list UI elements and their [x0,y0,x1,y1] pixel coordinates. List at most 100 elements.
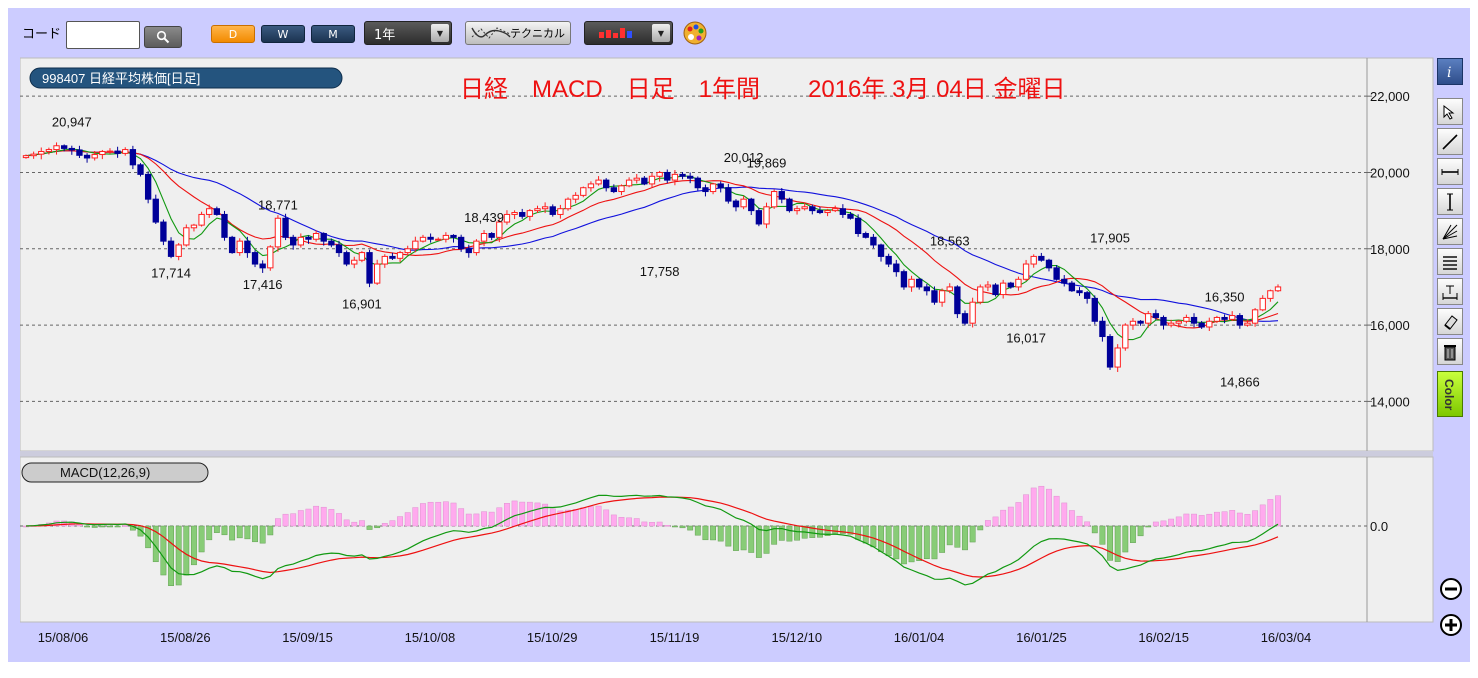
x-tick-label: 15/08/26 [160,630,211,645]
macd-histogram-bar [626,517,633,527]
candle-body [862,233,869,238]
candle-body [595,179,602,185]
candle-body [648,175,656,185]
macd-histogram-bar [633,518,640,527]
period-day-button[interactable]: D [211,25,255,43]
eraser-tool-button[interactable] [1437,308,1463,335]
x-tick-label: 16/01/04 [894,630,945,645]
trendline-tool-button[interactable] [1437,128,1463,155]
macd-histogram-bar [946,525,953,546]
period-range-select[interactable]: 1年 ▼ [364,21,452,45]
period-week-button[interactable]: W [261,25,305,43]
y-tick-label: 22,000 [1370,89,1410,104]
price-annotation: 18,563 [930,233,970,248]
chart-style-select[interactable]: ▼ [584,21,673,45]
measure-tool-button[interactable] [1437,278,1463,305]
color-button[interactable]: Color [1437,371,1463,417]
macd-histogram-bar [358,520,365,527]
macd-histogram-bar [549,508,556,527]
candle-body [832,208,839,212]
macd-histogram-bar [236,525,243,539]
candle-body [114,150,121,154]
macd-histogram-bar [687,525,694,531]
candle-body [1259,297,1266,311]
candle-body [503,213,511,223]
candle-body [587,183,595,189]
candle-body [198,213,205,226]
macd-histogram-bar [939,525,946,553]
pointer-tool-button[interactable] [1437,98,1463,125]
code-input[interactable] [66,21,140,49]
x-tick-label: 16/03/04 [1261,630,1312,645]
candle-body [679,173,686,177]
x-tick-label: 15/10/08 [405,630,456,645]
horizontal-line-tool-button[interactable] [1437,158,1463,185]
search-button[interactable] [144,26,182,48]
zoom-in-icon[interactable] [1440,614,1462,636]
candle-body [396,252,404,259]
info-button[interactable]: i [1437,58,1463,85]
macd-histogram-bar [878,525,884,553]
technical-button[interactable]: テクニカル [465,21,571,45]
macd-histogram-bar [511,500,518,527]
macd-histogram-bar [717,525,724,542]
candle-body [916,278,923,288]
candle-body [534,208,541,212]
info-icon: i [1447,65,1451,81]
price-annotation: 14,866 [1220,374,1260,389]
macd-histogram-bar [580,507,587,527]
chart-area[interactable]: 20,947 17,714 18,771 17,416 16,901 18,439 17,7… [20,56,1434,654]
candle-body [664,171,671,181]
candle-body [541,206,549,210]
zoom-out-icon[interactable] [1440,578,1462,600]
price-annotation: 17,905 [1090,230,1130,245]
fan-tool-button[interactable] [1437,218,1463,245]
candle-body [1152,313,1160,318]
candle-body [1045,259,1053,269]
candle-body [83,154,91,159]
macd-histogram-bar [671,525,678,528]
macd-histogram-bar [725,525,732,547]
macd-histogram-bar [885,525,892,557]
macd-histogram-bar [740,525,747,551]
panel-splitter[interactable] [20,451,1433,457]
candle-body [931,290,938,303]
x-tick-label: 16/01/25 [1016,630,1067,645]
candle-body [1122,324,1129,349]
candle-body [549,206,556,215]
macd-histogram-bar [427,501,434,527]
macd-histogram-bar [1053,495,1060,527]
candle-body [1160,316,1167,326]
macd-histogram-bar [1107,525,1113,561]
candle-body [373,263,381,284]
candle-body [1167,322,1175,326]
macd-histogram-bar [862,525,869,544]
candle-body [1114,347,1121,368]
candle-body [1106,336,1114,368]
candle-body [946,286,953,292]
macd-histogram-bar [1267,499,1274,527]
candle-body [335,244,343,254]
candle-body [129,149,137,166]
candle-body [725,187,732,202]
macd-histogram-bar [107,525,113,528]
vertical-line-tool-button[interactable] [1437,188,1463,215]
macd-histogram-bar [1130,525,1136,543]
macd-histogram-bar [336,513,342,527]
candle-body [694,177,701,189]
macd-histogram-bar [1145,525,1152,528]
candle-body [740,198,747,208]
parallel-lines-tool-button[interactable] [1437,248,1463,275]
technical-label: テクニカル [510,27,565,40]
macd-histogram-bar [694,525,701,536]
x-tick-label: 15/10/29 [527,630,578,645]
candle-body [351,259,358,265]
macd-histogram-bar [1046,488,1052,527]
palette-icon[interactable] [682,20,708,46]
macd-histogram-bar [91,525,98,528]
candle-body [610,187,618,193]
candle-body [30,153,37,157]
period-month-button[interactable]: M [311,25,355,43]
candle-body [1145,313,1152,324]
delete-tool-button[interactable] [1437,338,1463,365]
